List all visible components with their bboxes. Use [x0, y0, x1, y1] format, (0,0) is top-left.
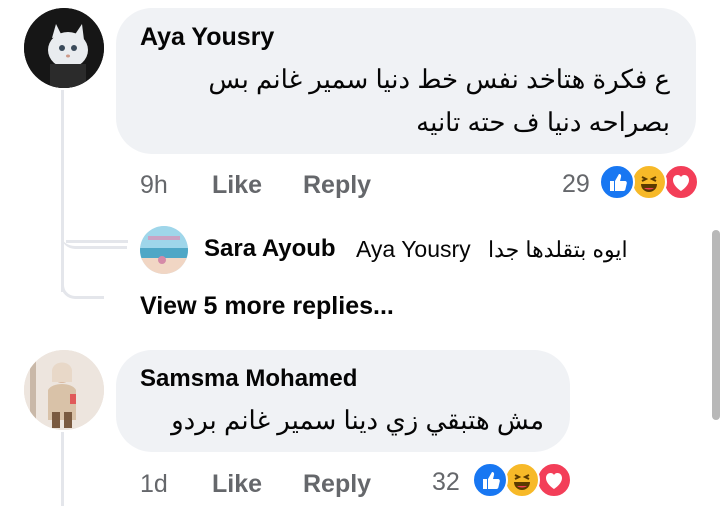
beach-photo-icon	[140, 226, 188, 274]
comment-text-line: ع فكرة هتاخد نفس خط دنيا سمير غانم بس	[208, 64, 670, 94]
like-icon	[472, 462, 508, 498]
comment-author[interactable]: Samsma Mohamed	[140, 365, 357, 393]
reply-button[interactable]: Reply	[303, 171, 371, 200]
like-icon	[599, 164, 635, 200]
cat-photo-icon	[24, 8, 104, 88]
comment-timestamp[interactable]: 1d	[140, 470, 168, 499]
view-more-replies-link[interactable]: View 5 more replies...	[140, 292, 394, 321]
reply-mention[interactable]: Aya Yousry	[356, 236, 471, 263]
haha-icon	[631, 164, 667, 200]
love-icon	[536, 462, 572, 498]
avatar-samsma-mohamed[interactable]	[24, 350, 104, 430]
reply-button[interactable]: Reply	[303, 470, 371, 499]
thread-line-reply-branch	[66, 240, 128, 243]
comment-bubble: Aya Yousry ع فكرة هتاخد نفس خط دنيا سمير…	[116, 8, 696, 154]
like-button[interactable]: Like	[212, 470, 262, 499]
love-icon	[663, 164, 699, 200]
thread-line-elbow-view-more	[61, 250, 104, 299]
comment-text-line: بصراحه دنيا ف حته تانيه	[416, 107, 670, 137]
comment-text-line: مش هتبقي زي دينا سمير غانم بردو	[171, 405, 544, 435]
comment-timestamp[interactable]: 9h	[140, 171, 168, 200]
reaction-count[interactable]: 32	[432, 468, 460, 497]
reply-author[interactable]: Sara Ayoub	[204, 235, 336, 263]
avatar-sara-ayoub[interactable]	[140, 226, 188, 274]
person-photo-icon	[24, 350, 104, 430]
scrollbar[interactable]	[712, 230, 720, 420]
haha-icon	[504, 462, 540, 498]
comment-bubble: Samsma Mohamed مش هتبقي زي دينا سمير غان…	[116, 350, 570, 452]
thread-line-bottom	[61, 432, 64, 506]
comment-author[interactable]: Aya Yousry	[140, 23, 274, 52]
reaction-count[interactable]: 29	[562, 170, 590, 199]
avatar-aya-yousry[interactable]	[24, 8, 104, 88]
like-button[interactable]: Like	[212, 171, 262, 200]
thread-line-elbow-reply	[61, 150, 127, 249]
reply-text: ايوه بتقلدها جدا	[488, 237, 628, 262]
